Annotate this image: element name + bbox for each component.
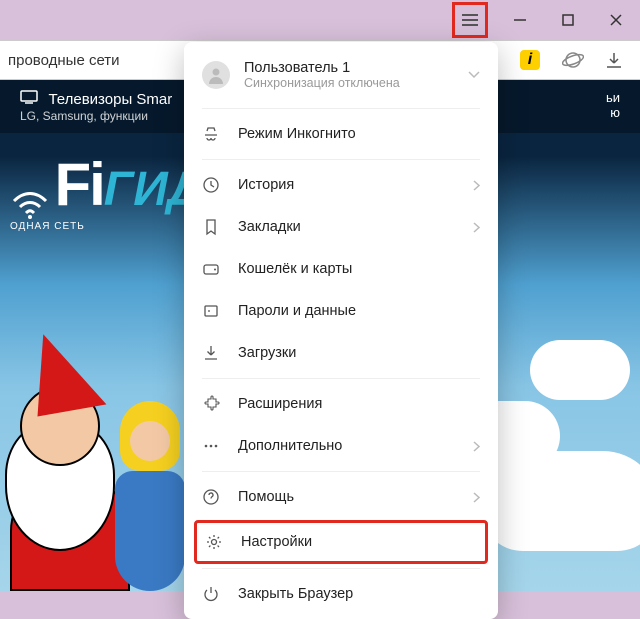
menu-item-more[interactable]: Дополнительно: [184, 425, 498, 467]
menu-label: Загрузки: [238, 345, 480, 361]
key-icon: [202, 302, 220, 320]
menu-label: Расширения: [238, 396, 480, 412]
chevron-right-icon: [473, 180, 480, 191]
menu-label: Дополнительно: [238, 438, 455, 454]
menu-item-extensions[interactable]: Расширения: [184, 383, 498, 425]
dots-icon: [202, 437, 220, 455]
bookmark-icon: [202, 218, 220, 236]
menu-label: Режим Инкогнито: [238, 126, 480, 142]
clock-icon: [202, 176, 220, 194]
menu-label: Настройки: [241, 534, 477, 550]
menu-user-section[interactable]: Пользователь 1 Синхронизация отключена: [184, 46, 498, 104]
close-icon: [610, 14, 622, 26]
menu-item-incognito[interactable]: Режим Инкогнито: [184, 113, 498, 155]
menu-item-downloads[interactable]: Загрузки: [184, 332, 498, 374]
yandex-services-icon[interactable]: i: [520, 50, 540, 70]
planet-icon[interactable]: [562, 49, 584, 71]
banner-text-right-1: ьи: [606, 90, 620, 105]
minimize-icon: [514, 14, 526, 26]
logo-fi: Fi: [54, 151, 103, 218]
menu-separator: [202, 471, 480, 472]
menu-item-help[interactable]: Помощь: [184, 476, 498, 518]
menu-item-history[interactable]: История: [184, 164, 498, 206]
main-menu-dropdown: Пользователь 1 Синхронизация отключена Р…: [184, 42, 498, 619]
gear-icon: [205, 533, 223, 551]
avatar-icon: [202, 61, 230, 89]
maximize-button[interactable]: [544, 0, 592, 40]
tv-icon: [20, 90, 38, 104]
maximize-icon: [562, 14, 574, 26]
minimize-button[interactable]: [496, 0, 544, 40]
user-sync-status: Синхронизация отключена: [244, 76, 454, 90]
site-logo: FiГИД ОДНАЯ СЕТЬ: [10, 150, 202, 232]
cloud-decoration: [530, 340, 630, 400]
menu-separator: [202, 378, 480, 379]
chevron-right-icon: [473, 222, 480, 233]
chevron-down-icon: [468, 71, 480, 79]
menu-separator: [202, 568, 480, 569]
menu-separator: [202, 108, 480, 109]
wallet-icon: [202, 260, 220, 278]
user-name: Пользователь 1: [244, 60, 454, 76]
menu-label: Кошелёк и карты: [238, 261, 480, 277]
banner-title: Телевизоры Smar: [48, 91, 172, 108]
chevron-right-icon: [473, 492, 480, 503]
chevron-right-icon: [473, 441, 480, 452]
incognito-icon: [202, 125, 220, 143]
puzzle-icon: [202, 395, 220, 413]
main-menu-button[interactable]: [452, 2, 488, 38]
close-window-button[interactable]: [592, 0, 640, 40]
menu-label: Помощь: [238, 489, 455, 505]
menu-label: Закладки: [238, 219, 455, 235]
menu-label: История: [238, 177, 455, 193]
menu-item-close-browser[interactable]: Закрыть Браузер: [184, 573, 498, 615]
wifi-icon: [10, 181, 50, 221]
download-icon[interactable]: [606, 52, 622, 68]
window-titlebar: [0, 0, 640, 40]
menu-item-passwords[interactable]: Пароли и данные: [184, 290, 498, 332]
settings-highlight: Настройки: [194, 520, 488, 564]
menu-item-settings[interactable]: Настройки: [205, 533, 477, 551]
power-icon: [202, 585, 220, 603]
logo-sub: ОДНАЯ СЕТЬ: [10, 221, 202, 232]
hamburger-icon: [462, 14, 478, 26]
menu-label: Закрыть Браузер: [238, 586, 480, 602]
banner-text-right-2: ю: [606, 105, 620, 120]
address-bar-icons: i: [520, 49, 640, 71]
menu-item-bookmarks[interactable]: Закладки: [184, 206, 498, 248]
menu-label: Пароли и данные: [238, 303, 480, 319]
download-icon: [202, 344, 220, 362]
help-icon: [202, 488, 220, 506]
menu-separator: [202, 159, 480, 160]
menu-item-wallet[interactable]: Кошелёк и карты: [184, 248, 498, 290]
